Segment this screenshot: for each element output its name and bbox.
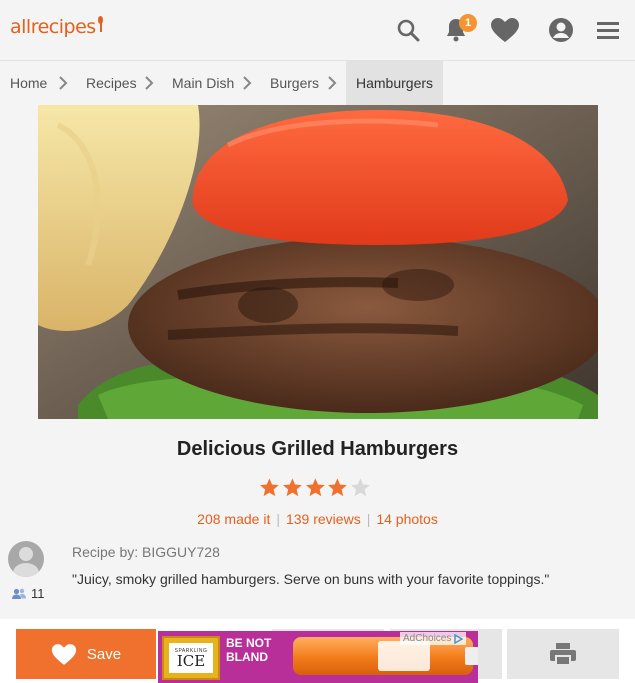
- notification-badge[interactable]: 1: [459, 14, 477, 32]
- chevron-right-icon: [243, 76, 252, 90]
- chevron-right-icon: [59, 76, 68, 90]
- followers-count[interactable]: 11: [12, 586, 45, 601]
- adchoices-icon: [454, 633, 464, 644]
- breadcrumb-main-dish[interactable]: Main Dish: [172, 61, 234, 105]
- star-filled-icon: [260, 478, 279, 497]
- ad-tagline: BE NOT BLAND: [226, 636, 272, 664]
- breadcrumb-burgers[interactable]: Burgers: [270, 61, 319, 105]
- menu-icon[interactable]: [592, 14, 624, 46]
- site-header: allrecipes 1: [0, 0, 635, 60]
- allrecipes-logo[interactable]: allrecipes: [10, 16, 103, 38]
- recipe-byline: Recipe by: BIGGUY728: [72, 544, 220, 560]
- followers-icon: [12, 588, 26, 599]
- adchoices-link[interactable]: AdChoices: [400, 632, 467, 645]
- ad-brand-large: ICE: [176, 651, 206, 670]
- breadcrumb-current[interactable]: Hamburgers: [346, 61, 444, 105]
- chevron-right-icon: [328, 76, 337, 90]
- star-filled-icon: [282, 478, 302, 497]
- recipe-description: "Juicy, smoky grilled hamburgers. Serve …: [72, 571, 550, 587]
- printer-icon: [550, 643, 576, 666]
- print-button[interactable]: [507, 629, 619, 679]
- breadcrumb-home[interactable]: Home: [10, 61, 47, 105]
- logo-text: allrecipes: [10, 16, 96, 38]
- profile-icon[interactable]: [545, 14, 577, 46]
- star-rating[interactable]: [259, 477, 371, 499]
- breadcrumb: Home Recipes Main Dish Burgers Hamburger…: [0, 60, 635, 105]
- made-it-link[interactable]: 208 made it: [197, 511, 270, 527]
- heart-icon[interactable]: [489, 14, 521, 46]
- breadcrumb-recipes[interactable]: Recipes: [86, 61, 137, 105]
- photos-link[interactable]: 14 photos: [376, 511, 438, 527]
- chevron-right-icon: [145, 76, 154, 90]
- heart-icon: [51, 643, 77, 665]
- stats-divider: |: [366, 511, 371, 527]
- byline-label: Recipe by:: [72, 544, 139, 560]
- stats-divider: |: [276, 511, 280, 527]
- search-icon[interactable]: [392, 14, 424, 46]
- star-filled-icon: [305, 478, 325, 497]
- followers-number: 11: [31, 586, 45, 601]
- author-avatar[interactable]: [8, 541, 44, 577]
- save-label: Save: [86, 645, 122, 663]
- spoon-icon: [97, 16, 103, 36]
- recipe-title: Delicious Grilled Hamburgers: [176, 438, 459, 460]
- star-empty-icon: [351, 478, 370, 497]
- save-button[interactable]: Save: [16, 629, 156, 679]
- recipe-photo[interactable]: [38, 105, 598, 419]
- recipe-stats: 208 made it | 139 reviews | 14 photos: [0, 511, 635, 527]
- advertisement-banner[interactable]: SPARKLING ICE BE NOT BLAND AdChoices: [158, 631, 478, 683]
- author-link[interactable]: BIGGUY728: [142, 544, 220, 560]
- adchoices-label: AdChoices: [403, 633, 452, 644]
- ad-logo: SPARKLING ICE: [162, 636, 220, 680]
- star-filled-icon: [328, 478, 348, 497]
- reviews-link[interactable]: 139 reviews: [286, 511, 361, 527]
